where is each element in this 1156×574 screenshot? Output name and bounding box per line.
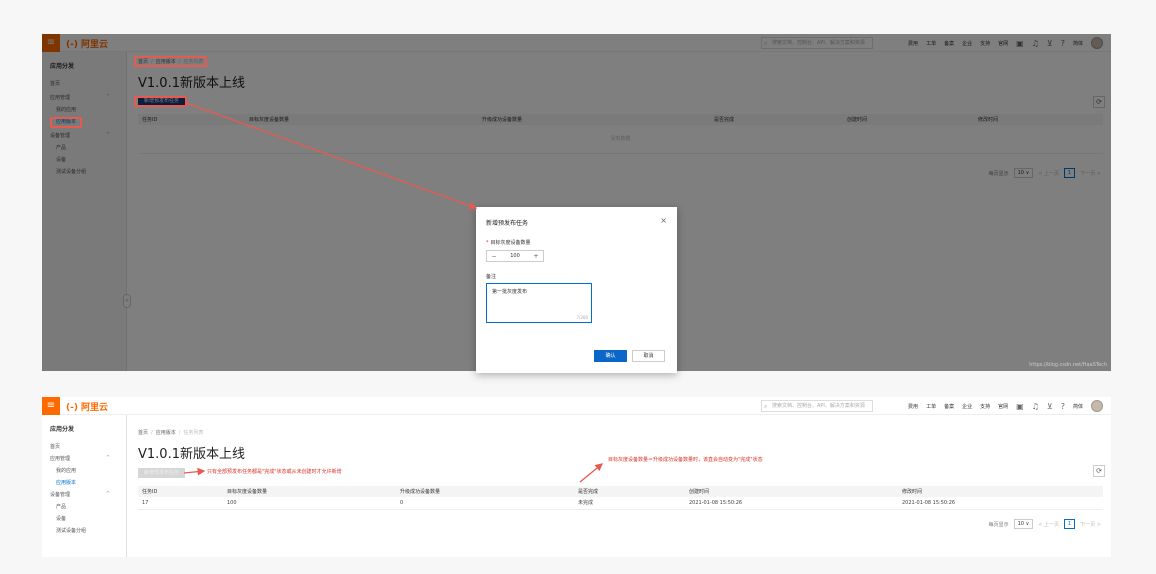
breadcrumb-separator: / — [151, 430, 153, 436]
next-page-button[interactable]: 下一页 > — [1080, 521, 1101, 528]
chevron-up-icon: ^ — [105, 491, 110, 497]
page-size-value: 10 — [1017, 521, 1024, 527]
main-content: 首页/应用版本/任务列表 V1.0.1新版本上线 新增预发布任务 ⟳ 任务ID … — [128, 415, 1111, 557]
cell-created: 2021-01-08 15:50:26 — [685, 497, 898, 510]
target-count-label: * 目标灰度设备数量 — [486, 239, 531, 246]
language-switch[interactable]: 简体 — [1073, 403, 1083, 410]
terminal-icon[interactable]: ▣ — [1016, 402, 1024, 411]
cancel-button[interactable]: 取消 — [632, 350, 665, 362]
search-placeholder: 搜索文档、控制台、API、解决方案和资源 — [772, 403, 865, 409]
sidebar-item-my-apps[interactable]: 我的应用 — [56, 467, 76, 474]
remark-value: 第一批灰度发布 — [492, 289, 528, 295]
col-target-count: 目标灰度设备数量 — [223, 486, 396, 497]
avatar[interactable] — [1091, 400, 1103, 412]
annotation-note-left: 只有全部预发布任务都是"完成"状态或从未创建时才允许新增 — [207, 469, 342, 475]
help-icon[interactable]: ? — [1061, 402, 1065, 411]
bell-icon[interactable]: ♫ — [1032, 402, 1039, 411]
breadcrumb: 首页/应用版本/任务列表 — [138, 429, 203, 436]
close-icon[interactable]: × — [660, 216, 667, 225]
sidebar-item-home[interactable]: 首页 — [50, 443, 60, 450]
refresh-icon[interactable]: ⟳ — [1093, 465, 1105, 477]
col-done: 是否完成 — [574, 486, 685, 497]
cell-success-count: 0 — [396, 497, 574, 510]
col-success-count: 升级成功设备数量 — [396, 486, 574, 497]
sidebar-item-products[interactable]: 产品 — [56, 503, 66, 510]
sidebar-item-devices[interactable]: 设备 — [56, 515, 66, 522]
link-fees[interactable]: 费用 — [908, 403, 918, 410]
table-header-row: 任务ID 目标灰度设备数量 升级成功设备数量 是否完成 创建时间 修改时间 — [138, 486, 1103, 497]
remark-char-count: 7/300 — [576, 315, 588, 320]
highlight-sidebar-active — [50, 117, 82, 128]
dialog-title: 新增预发布任务 — [486, 220, 529, 227]
aliyun-logo[interactable]: (-)阿里云 — [66, 400, 108, 413]
link-ticket[interactable]: 工单 — [926, 403, 936, 410]
sidebar-item-test-groups[interactable]: 测试设备分组 — [56, 527, 86, 534]
link-icp[interactable]: 备案 — [944, 403, 954, 410]
highlight-new-task-button — [134, 96, 187, 107]
breadcrumb-separator: / — [178, 430, 181, 436]
minus-icon[interactable]: − — [487, 253, 501, 260]
col-modified: 修改时间 — [898, 486, 1103, 497]
logo-mark: (-) — [66, 403, 78, 413]
screenshot-bottom: ≡ (-) 阿里云 ⌕ 搜索文档、控制台、API、解决方案和资源 费用 工单 备案 … — [42, 397, 1111, 557]
table-row[interactable]: 17 100 0 未完成 2021-01-08 15:50:26 2021-01… — [138, 497, 1103, 510]
cell-done: 未完成 — [574, 497, 685, 510]
target-count-stepper: − 100 + — [486, 250, 544, 262]
sidebar-item-app-versions[interactable]: 应用版本 — [56, 479, 76, 486]
sidebar-item-label: 应用管理 — [50, 456, 71, 462]
annotation-note-right: 目标灰度设备数量＝升级成功设备数量时，该直会自动变为"完成"状态 — [608, 457, 763, 463]
stepper-value-input[interactable]: 100 — [501, 253, 529, 259]
sidebar: 应用分发 首页 应用管理 ^ 我的应用 应用版本 设备管理 ^ 产品 设备 测试设备… — [42, 415, 127, 557]
sidebar-item-label: 设备管理 — [50, 492, 71, 498]
confirm-button[interactable]: 确认 — [594, 350, 627, 362]
target-count-text: 目标灰度设备数量 — [490, 240, 531, 246]
plus-icon[interactable]: + — [529, 253, 543, 260]
new-prerelease-task-button[interactable]: 新增预发布任务 — [138, 468, 186, 478]
menu-icon[interactable]: ≡ — [42, 397, 60, 415]
col-created: 创建时间 — [685, 486, 898, 497]
remark-label: 备注 — [486, 274, 497, 280]
cell-task-id: 17 — [138, 497, 223, 510]
cart-icon[interactable]: ⊻ — [1047, 402, 1053, 411]
breadcrumb-home[interactable]: 首页 — [138, 430, 148, 436]
watermark: https://blog.csdn.net/HaaSTech — [1029, 362, 1107, 368]
page-size-select[interactable]: 10 ∨ — [1013, 519, 1034, 529]
cell-target-count: 100 — [223, 497, 396, 510]
new-task-dialog: 新增预发布任务 × * 目标灰度设备数量 − 100 + 备注 第一批灰度发布 7… — [476, 207, 677, 373]
top-bar: ≡ (-)阿里云 ⌕ 搜索文档、控制台、API、解决方案和资源 费用 工单 备案 … — [42, 397, 1111, 415]
task-table: 任务ID 目标灰度设备数量 升级成功设备数量 是否完成 创建时间 修改时间 17… — [138, 486, 1103, 510]
sidebar-item-device-management[interactable]: 设备管理 ^ — [50, 491, 120, 498]
page-1-button[interactable]: 1 — [1064, 519, 1076, 529]
link-official[interactable]: 官网 — [998, 403, 1008, 410]
pagination: 每页显示 10 ∨ < 上一页 1 下一页 > — [989, 519, 1101, 529]
page-size-label: 每页显示 — [988, 521, 1009, 528]
remark-textarea[interactable]: 第一批灰度发布 7/300 — [486, 283, 592, 323]
top-links: 费用 工单 备案 企业 支持 官网 ▣ ♫ ⊻ ? 简体 — [908, 400, 1103, 412]
required-mark: * — [486, 240, 489, 246]
page-title: V1.0.1新版本上线 — [138, 447, 245, 462]
link-support[interactable]: 支持 — [980, 403, 990, 410]
sidebar-title: 应用分发 — [50, 426, 75, 433]
breadcrumb-app-versions[interactable]: 应用版本 — [156, 430, 176, 436]
breadcrumb-current: 任务列表 — [183, 430, 204, 436]
chevron-up-icon: ^ — [105, 455, 110, 461]
global-search-input[interactable]: ⌕ 搜索文档、控制台、API、解决方案和资源 — [761, 400, 873, 412]
link-enterprise[interactable]: 企业 — [962, 403, 972, 410]
col-task-id: 任务ID — [138, 486, 223, 497]
logo-text: 阿里云 — [80, 403, 108, 413]
search-icon: ⌕ — [764, 403, 768, 410]
sidebar-item-app-management[interactable]: 应用管理 ^ — [50, 455, 120, 462]
chevron-down-icon: ∨ — [1025, 521, 1030, 527]
prev-page-button[interactable]: < 上一页 — [1038, 521, 1059, 528]
highlight-breadcrumb — [134, 56, 207, 67]
cell-modified: 2021-01-08 15:50:26 — [898, 497, 1103, 510]
